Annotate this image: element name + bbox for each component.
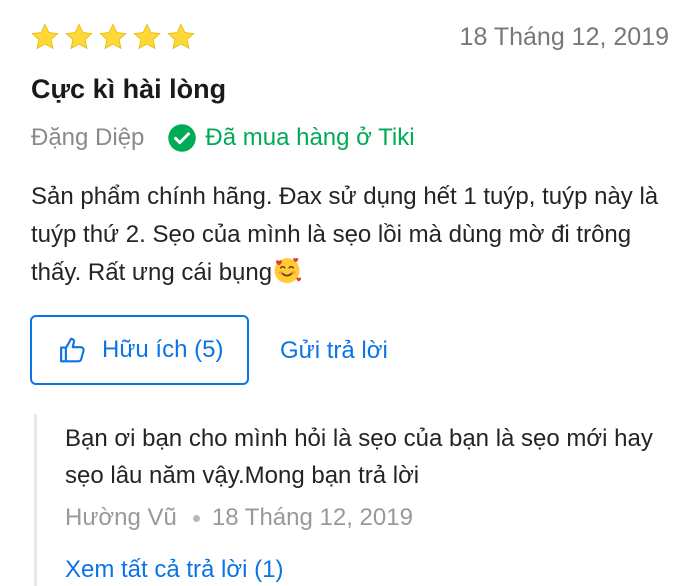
review-title: Cực kì hài lòng (31, 74, 227, 104)
review-date: 18 Tháng 12, 2019 (459, 23, 669, 51)
send-reply-link[interactable]: Gửi trả lời (280, 337, 388, 365)
star-rating (30, 22, 196, 52)
review-author-row: Đặng Diệp Đã mua hàng ở Tiki (31, 123, 415, 153)
separator-dot (192, 514, 200, 522)
star-icon (133, 23, 161, 50)
reply-meta: Hường Vũ 18 Tháng 12, 2019 (65, 504, 413, 532)
check-circle-icon (168, 124, 197, 152)
helpful-label: Hữu ích (5) (102, 336, 224, 363)
reply-thread: Bạn ơi bạn cho mình hỏi là sẹo của bạn l… (34, 414, 700, 586)
helpful-button[interactable]: Hữu ích (5) (30, 315, 249, 385)
star-icon (65, 23, 93, 50)
review-body: Sản phẩm chính hãng. Đax sử dụng hết 1 t… (31, 178, 671, 292)
review-author: Đặng Diệp (31, 124, 145, 151)
reply-date: 18 Tháng 12, 2019 (211, 504, 413, 531)
see-all-replies-link[interactable]: Xem tất cả trả lời (1) (65, 556, 283, 584)
thumbs-up-icon (60, 337, 85, 363)
reply-author: Hường Vũ (65, 504, 177, 531)
star-icon (99, 23, 127, 50)
smiling-face-with-hearts-icon (274, 257, 302, 284)
reply-text: Bạn ơi bạn cho mình hỏi là sẹo của bạn l… (65, 425, 653, 489)
review-body-text: Sản phẩm chính hãng. Đax sử dụng hết 1 t… (31, 183, 659, 286)
star-icon (167, 23, 195, 50)
verified-purchase-label: Đã mua hàng ở Tiki (205, 124, 415, 151)
star-icon (31, 23, 59, 50)
